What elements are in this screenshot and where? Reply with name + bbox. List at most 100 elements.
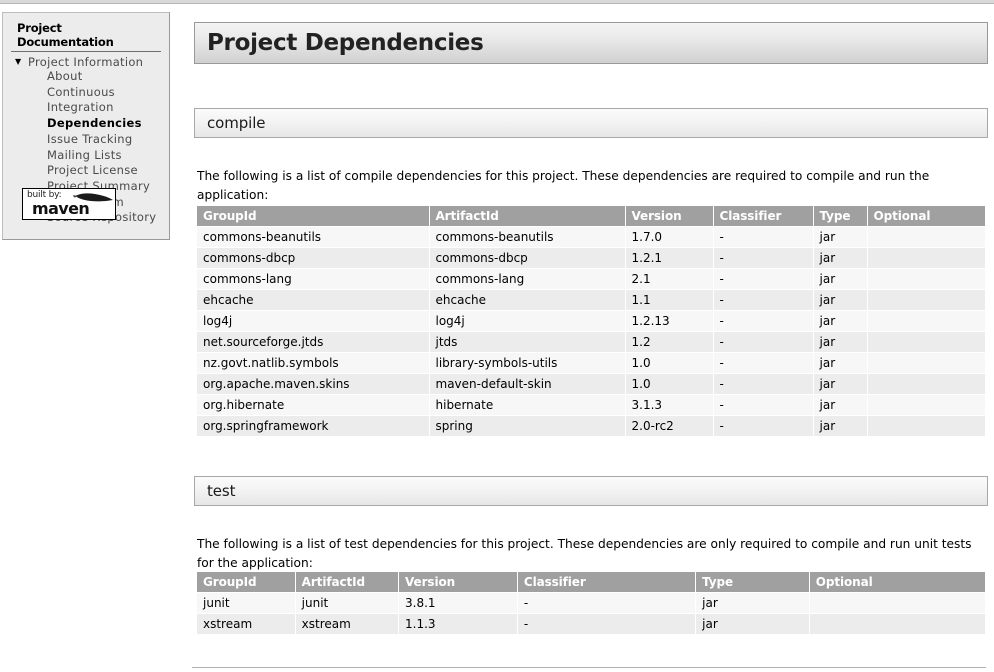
table-cell xyxy=(867,331,985,353)
column-header: Optional xyxy=(867,206,985,227)
table-cell xyxy=(867,373,985,395)
table-cell xyxy=(809,592,985,614)
column-header: GroupId xyxy=(197,572,296,593)
column-header: Type xyxy=(813,206,868,227)
sidebar-tree-root[interactable]: ▼ Project Information xyxy=(9,55,163,69)
table-cell: jar xyxy=(813,310,868,332)
table-cell: net.sourceforge.jtds xyxy=(197,331,430,353)
table-cell: 1.1.3 xyxy=(398,613,518,635)
table-cell: ehcache xyxy=(197,289,430,311)
table-cell: - xyxy=(713,394,814,416)
sidebar-item-dependencies[interactable]: Dependencies xyxy=(47,116,163,132)
table-header-row: GroupId ArtifactId Version Classifier Type Op… xyxy=(197,206,985,227)
table-row: ehcache ehcache 1.1- jar xyxy=(197,289,985,311)
page-title-box: Project Dependencies xyxy=(194,22,988,64)
table-cell: - xyxy=(713,226,814,248)
table-cell: - xyxy=(713,268,814,290)
table-cell xyxy=(867,289,985,311)
table-cell: - xyxy=(713,415,814,437)
table-cell: 3.8.1 xyxy=(398,592,518,614)
dependencies-table-test: GroupId ArtifactId Version Classifier Type Op… xyxy=(197,572,985,635)
table-cell xyxy=(867,415,985,437)
column-header: GroupId xyxy=(197,206,430,227)
table-cell: library-symbols-utils xyxy=(429,352,626,374)
section-header-test: test xyxy=(194,476,988,506)
table-cell: jtds xyxy=(429,331,626,353)
table-cell: ehcache xyxy=(429,289,626,311)
column-header: Version xyxy=(625,206,714,227)
section-header-compile: compile xyxy=(194,108,988,138)
table-cell: jar xyxy=(813,394,868,416)
table-cell xyxy=(867,247,985,269)
section-description-compile: The following is a list of compile depen… xyxy=(197,169,930,203)
table-cell: commons-dbcp xyxy=(429,247,626,269)
table-cell: org.apache.maven.skins xyxy=(197,373,430,395)
section-description-test: The following is a list of test dependen… xyxy=(197,537,972,571)
table-cell: org.springframework xyxy=(197,415,430,437)
sidebar-tree-root-label: Project Information xyxy=(28,55,144,69)
table-cell: commons-lang xyxy=(429,268,626,290)
footer-divider xyxy=(192,667,986,668)
table-cell: log4j xyxy=(429,310,626,332)
table-row: org.apache.maven.skins maven-default-skin… xyxy=(197,373,985,395)
table-cell: - xyxy=(713,310,814,332)
table-cell: commons-beanutils xyxy=(429,226,626,248)
sidebar-item-project-license[interactable]: Project License xyxy=(47,163,163,179)
section-heading: test xyxy=(207,482,236,500)
table-cell: 1.7.0 xyxy=(625,226,714,248)
table-cell: log4j xyxy=(197,310,430,332)
table-cell: xstream xyxy=(197,613,296,635)
table-cell: org.hibernate xyxy=(197,394,430,416)
table-cell: - xyxy=(713,373,814,395)
sidebar-item-integration[interactable]: Integration xyxy=(47,100,163,116)
table-row: net.sourceforge.jtds jtds 1.2- jar xyxy=(197,331,985,353)
page-title: Project Dependencies xyxy=(207,30,484,56)
sidebar-item-issue-tracking[interactable]: Issue Tracking xyxy=(47,132,163,148)
table-row: commons-beanutils commons-beanutils 1.7.0-… xyxy=(197,226,985,248)
table-cell xyxy=(867,394,985,416)
table-cell: jar xyxy=(813,289,868,311)
table-cell: jar xyxy=(813,373,868,395)
sidebar-item-mailing-lists[interactable]: Mailing Lists xyxy=(47,148,163,164)
table-cell: - xyxy=(517,613,697,635)
table-cell: maven-default-skin xyxy=(429,373,626,395)
maven-logo-wordmark: maven xyxy=(32,199,90,218)
table-cell: 1.0 xyxy=(625,352,714,374)
maven-logo[interactable]: built by: maven xyxy=(22,188,116,220)
table-cell: xstream xyxy=(295,613,400,635)
table-cell: jar xyxy=(813,247,868,269)
table-cell: spring xyxy=(429,415,626,437)
sidebar-item-continuous[interactable]: Continuous xyxy=(47,85,163,101)
table-row: org.hibernate hibernate 3.1.3- jar xyxy=(197,394,985,416)
column-header: Optional xyxy=(809,572,985,593)
section-heading: compile xyxy=(207,114,266,132)
column-header: ArtifactId xyxy=(429,206,626,227)
table-cell: - xyxy=(713,352,814,374)
table-cell: 2.0-rc2 xyxy=(625,415,714,437)
table-row: org.springframework spring 2.0-rc2- jar xyxy=(197,415,985,437)
table-cell: 1.1 xyxy=(625,289,714,311)
column-header: Classifier xyxy=(713,206,814,227)
main-content: Project Dependencies compile The followi… xyxy=(192,0,994,672)
table-cell: jar xyxy=(813,268,868,290)
table-cell: jar xyxy=(813,226,868,248)
table-cell xyxy=(867,352,985,374)
table-cell: junit xyxy=(295,592,400,614)
table-cell: - xyxy=(713,289,814,311)
sidebar-item-about[interactable]: About xyxy=(47,69,163,85)
table-cell: commons-lang xyxy=(197,268,430,290)
table-row: commons-lang commons-lang 2.1- jar xyxy=(197,268,985,290)
table-cell xyxy=(867,226,985,248)
table-cell: jar xyxy=(695,592,810,614)
table-cell: jar xyxy=(813,331,868,353)
table-cell: 2.1 xyxy=(625,268,714,290)
dependencies-table-compile: GroupId ArtifactId Version Classifier Type Op… xyxy=(197,206,985,437)
table-cell xyxy=(867,268,985,290)
table-cell: 1.2.1 xyxy=(625,247,714,269)
chevron-down-icon[interactable]: ▼ xyxy=(15,55,28,69)
table-cell: junit xyxy=(197,592,296,614)
table-row: nz.govt.natlib.symbols library-symbols-ut… xyxy=(197,352,985,374)
table-row: commons-dbcp commons-dbcp 1.2.1- jar xyxy=(197,247,985,269)
column-header: Version xyxy=(398,572,518,593)
table-header-row: GroupId ArtifactId Version Classifier Type Op… xyxy=(197,572,985,593)
